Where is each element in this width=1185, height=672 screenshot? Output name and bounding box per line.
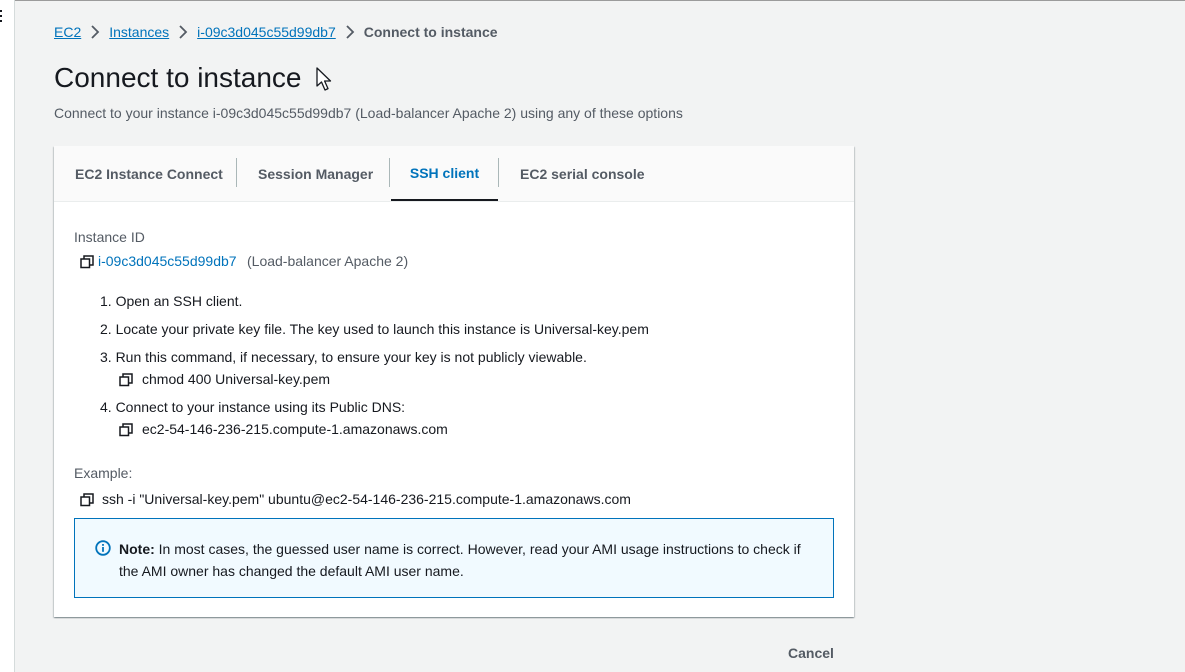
instance-id-link[interactable]: i-09c3d045c55d99db7 xyxy=(98,253,237,269)
breadcrumb: EC2 Instances i-09c3d045c55d99db7 Connec… xyxy=(54,23,498,41)
tab-divider xyxy=(389,158,390,187)
public-dns-value: ec2-54-146-236-215.compute-1.amazonaws.c… xyxy=(142,421,448,437)
connect-options-panel: EC2 Instance Connect Session Manager SSH… xyxy=(54,146,854,617)
tab-ec2-instance-connect[interactable]: EC2 Instance Connect xyxy=(75,146,223,201)
tab-divider xyxy=(498,158,499,187)
mouse-pointer-icon xyxy=(316,67,338,98)
tab-ec2-serial-console[interactable]: EC2 serial console xyxy=(520,146,645,201)
copy-icon[interactable] xyxy=(119,423,133,437)
chevron-right-icon xyxy=(336,25,364,39)
note-label: Note: xyxy=(119,541,155,557)
step-2: 2. Locate your private key file. The key… xyxy=(100,321,649,337)
copy-icon[interactable] xyxy=(80,493,94,507)
instance-name: (Load-balancer Apache 2) xyxy=(247,253,409,269)
instance-id-label: Instance ID xyxy=(74,229,145,245)
note-body: In most cases, the guessed user name is … xyxy=(119,541,801,579)
copy-icon[interactable] xyxy=(119,373,133,387)
connect-method-tabs: EC2 Instance Connect Session Manager SSH… xyxy=(54,146,854,202)
step-4: 4. Connect to your instance using its Pu… xyxy=(100,399,406,415)
step-1: 1. Open an SSH client. xyxy=(100,293,243,309)
note-text: Note: In most cases, the guessed user na… xyxy=(119,538,819,582)
breadcrumb-instances-link[interactable]: Instances xyxy=(109,24,169,40)
window-top-border xyxy=(0,0,1185,1)
breadcrumb-current: Connect to instance xyxy=(363,24,498,40)
chevron-right-icon xyxy=(81,25,109,39)
copy-icon[interactable] xyxy=(80,255,94,269)
nav-toggle-icon[interactable] xyxy=(0,10,4,26)
info-icon xyxy=(95,540,111,556)
example-label: Example: xyxy=(74,465,133,481)
breadcrumb-ec2-link[interactable]: EC2 xyxy=(54,24,81,40)
chmod-command: chmod 400 Universal-key.pem xyxy=(142,371,331,387)
breadcrumb-instance-id-link[interactable]: i-09c3d045c55d99db7 xyxy=(197,24,336,40)
page-subtitle: Connect to your instance i-09c3d045c55d9… xyxy=(54,105,683,121)
tab-ssh-client[interactable]: SSH client xyxy=(391,146,498,201)
step-3: 3. Run this command, if necessary, to en… xyxy=(100,349,587,365)
page-title: Connect to instance xyxy=(54,62,302,93)
tab-session-manager[interactable]: Session Manager xyxy=(258,146,373,201)
info-alert: Note: In most cases, the guessed user na… xyxy=(74,518,834,598)
side-navigation-rail[interactable] xyxy=(0,0,15,672)
chevron-right-icon xyxy=(169,25,197,39)
example-ssh-command: ssh -i "Universal-key.pem" ubuntu@ec2-54… xyxy=(102,491,631,507)
cancel-button[interactable]: Cancel xyxy=(788,645,834,661)
tab-divider xyxy=(236,158,237,187)
